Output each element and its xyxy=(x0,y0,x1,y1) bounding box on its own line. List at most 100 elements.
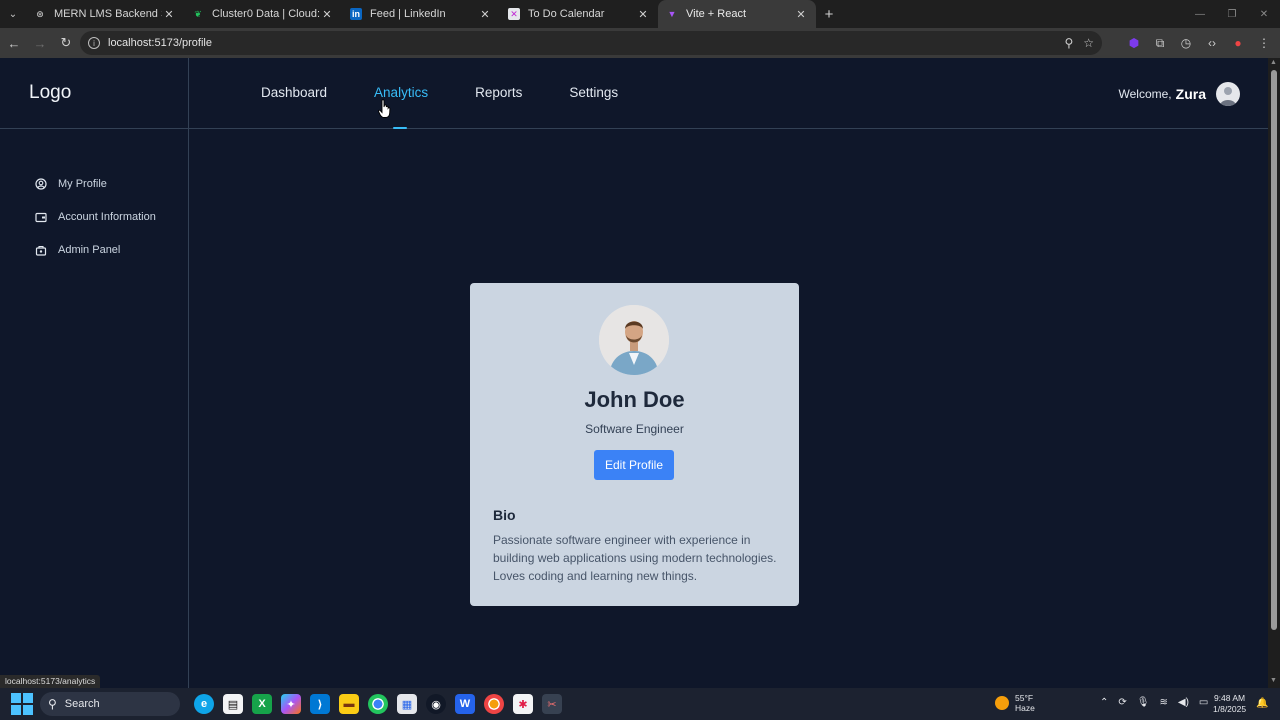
welcome-area: Welcome, Zura xyxy=(1119,82,1240,106)
tab-label: To Do Calendar xyxy=(528,8,605,20)
link-status-bar: localhost:5173/analytics xyxy=(0,675,101,688)
profile-icon[interactable]: ● xyxy=(1228,33,1248,53)
clock-time: 9:48 AM xyxy=(1213,693,1246,703)
bio-heading: Bio xyxy=(493,507,516,523)
windows-start-icon[interactable] xyxy=(11,693,33,715)
notification-bell-icon[interactable]: 🔔 xyxy=(1256,698,1268,709)
sidebar-item-admin-panel[interactable]: Admin Panel xyxy=(0,233,188,266)
weather-desc: Haze xyxy=(1015,703,1035,713)
sidebar-item-label: Account Information xyxy=(58,210,156,223)
bookmark-star-icon[interactable]: ☆ xyxy=(1083,36,1094,50)
avatar[interactable] xyxy=(1216,82,1240,106)
chrome-alt-icon[interactable] xyxy=(484,694,504,714)
search-icon: ⚲ xyxy=(48,697,57,711)
app-header: Logo Dashboard Analytics Reports Setting… xyxy=(0,58,1268,129)
hand-cursor-icon xyxy=(378,99,391,118)
browser-tab[interactable]: ⊛ MERN LMS Backend Setup ✕ xyxy=(26,0,184,28)
admin-icon xyxy=(35,244,47,256)
slack-icon[interactable]: ✱ xyxy=(513,694,533,714)
history-icon[interactable]: ◷ xyxy=(1176,33,1196,53)
nav-analytics[interactable]: Analytics xyxy=(374,85,428,129)
sidebar-item-label: My Profile xyxy=(58,177,107,190)
maximize-icon[interactable]: ❐ xyxy=(1216,0,1248,28)
back-arrow-icon[interactable]: ← xyxy=(2,31,26,55)
wallet-icon xyxy=(35,211,47,223)
volume-icon[interactable]: ◀) xyxy=(1178,697,1189,708)
excel-icon[interactable]: X xyxy=(252,694,272,714)
file-explorer-icon[interactable]: ▬ xyxy=(339,694,359,714)
welcome-text: Welcome, xyxy=(1118,87,1172,101)
word-icon[interactable]: W xyxy=(455,694,475,714)
page-scrollbar[interactable]: ▲ ▼ xyxy=(1268,58,1280,688)
mongodb-leaf-icon: ❦ xyxy=(194,8,202,19)
nav-dashboard[interactable]: Dashboard xyxy=(261,85,327,100)
microphone-icon[interactable]: 🎙 xyxy=(1137,697,1150,708)
sidebar-item-account-information[interactable]: Account Information xyxy=(0,200,188,233)
taskbar-clock[interactable]: 9:48 AM 1/8/2025 xyxy=(1213,693,1246,715)
sync-icon[interactable]: ⟳ xyxy=(1118,697,1126,708)
file-icon[interactable]: ▤ xyxy=(223,694,243,714)
sidebar-item-my-profile[interactable]: My Profile xyxy=(0,167,188,200)
scroll-up-icon[interactable]: ▲ xyxy=(1270,59,1277,66)
weather-widget[interactable]: 55°F Haze xyxy=(995,693,1035,713)
extensions-puzzle-icon[interactable]: ⧉ xyxy=(1150,33,1170,53)
browser-tab[interactable]: ❦ Cluster0 Data | Cloud: MongoDB ✕ xyxy=(184,0,342,28)
window-close-icon[interactable]: ✕ xyxy=(1248,0,1280,28)
taskbar: ⚲ Search e ▤ X ✦ ⟩ ▬ ▦ ◉ W ✱ ✂ 55°F Haze… xyxy=(0,688,1280,720)
close-icon[interactable]: ✕ xyxy=(162,8,176,21)
sidebar-divider xyxy=(188,58,189,688)
tab-search-chevron-icon[interactable]: ⌄ xyxy=(0,0,26,28)
devtools-icon[interactable]: ‹› xyxy=(1202,33,1222,53)
vscode-icon[interactable]: ⟩ xyxy=(310,694,330,714)
scroll-down-icon[interactable]: ▼ xyxy=(1270,677,1277,684)
kebab-menu-icon[interactable]: ⋮ xyxy=(1254,33,1274,53)
close-icon[interactable]: ✕ xyxy=(636,8,650,21)
edit-profile-button[interactable]: Edit Profile xyxy=(594,450,674,480)
close-icon[interactable]: ✕ xyxy=(320,8,334,21)
close-icon[interactable]: ✕ xyxy=(478,8,492,21)
browser-tab[interactable]: in Feed | LinkedIn ✕ xyxy=(342,0,500,28)
taskbar-search-label: Search xyxy=(64,698,100,710)
site-info-icon[interactable]: i xyxy=(88,37,100,49)
address-bar[interactable]: i localhost:5173/profile ⚲ ☆ xyxy=(80,31,1102,55)
tab-label: MERN LMS Backend Setup xyxy=(54,8,162,20)
linkedin-icon: in xyxy=(350,8,362,20)
window-controls: — ❐ ✕ xyxy=(1184,0,1280,28)
zoom-icon[interactable]: ⚲ xyxy=(1064,36,1073,50)
user-name: Zura xyxy=(1175,86,1206,102)
top-nav: Dashboard Analytics Reports Settings xyxy=(261,85,665,129)
openai-icon: ⊛ xyxy=(36,8,44,19)
url-text[interactable]: localhost:5173/profile xyxy=(108,37,212,49)
tab-label: Vite + React xyxy=(686,8,747,20)
new-tab-icon[interactable]: + xyxy=(816,6,842,23)
wifi-icon[interactable]: ≋ xyxy=(1159,697,1167,708)
store-icon[interactable]: ▦ xyxy=(397,694,417,714)
browser-tab[interactable]: ✕ To Do Calendar ✕ xyxy=(500,0,658,28)
profile-card: John Doe Software Engineer Edit Profile … xyxy=(470,283,799,606)
forward-arrow-icon[interactable]: → xyxy=(28,31,52,55)
calendar-icon: ✕ xyxy=(508,8,520,20)
reload-icon[interactable]: ↻ xyxy=(54,31,78,55)
extension-hex-icon[interactable]: ⬢ xyxy=(1124,33,1144,53)
logo[interactable]: Logo xyxy=(29,82,71,104)
nav-settings[interactable]: Settings xyxy=(569,85,618,100)
chevron-up-icon[interactable]: ⌃ xyxy=(1100,697,1108,708)
profile-role: Software Engineer xyxy=(585,422,684,436)
snipping-tool-icon[interactable]: ✂ xyxy=(542,694,562,714)
weather-sun-icon xyxy=(995,696,1009,710)
sidebar: My Profile Account Information Admin Pan… xyxy=(0,130,188,266)
taskbar-search[interactable]: ⚲ Search xyxy=(40,692,180,716)
github-icon[interactable]: ◉ xyxy=(426,694,446,714)
scrollbar-thumb[interactable] xyxy=(1271,70,1277,630)
profile-name: John Doe xyxy=(584,387,685,412)
edge-icon[interactable]: e xyxy=(194,694,214,714)
chrome-icon[interactable] xyxy=(368,694,388,714)
battery-icon[interactable]: ▭ xyxy=(1199,697,1208,708)
close-icon[interactable]: ✕ xyxy=(794,8,808,21)
clock-date: 1/8/2025 xyxy=(1213,704,1247,714)
copilot-icon[interactable]: ✦ xyxy=(281,694,301,714)
user-circle-icon xyxy=(35,177,47,190)
minimize-icon[interactable]: — xyxy=(1184,0,1216,28)
nav-reports[interactable]: Reports xyxy=(475,85,522,100)
browser-tab-active[interactable]: ▼ Vite + React ✕ xyxy=(658,0,816,28)
